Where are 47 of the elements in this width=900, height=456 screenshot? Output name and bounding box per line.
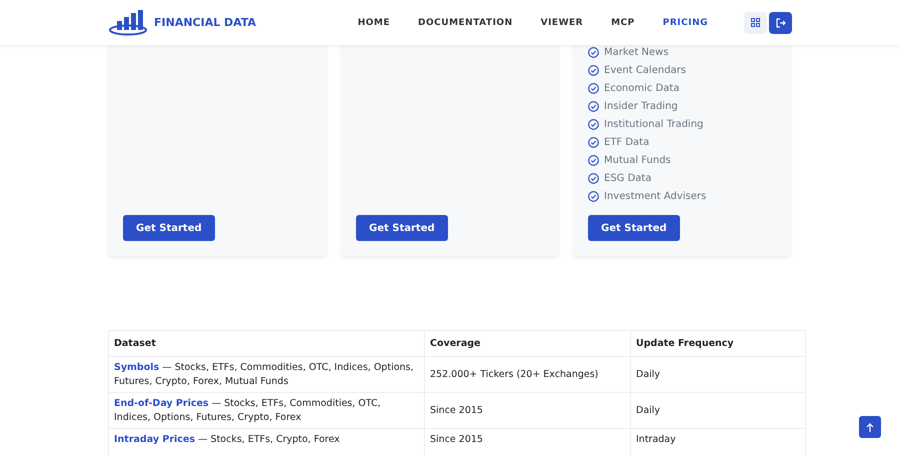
get-started-button[interactable]: Get Started <box>123 215 215 241</box>
check-circle-icon <box>588 154 599 166</box>
nav-link[interactable]: HOME <box>344 18 404 28</box>
feature-text: Event Calendars <box>604 64 686 76</box>
dataset-link[interactable]: End-of-Day Prices <box>114 398 209 408</box>
check-circle-icon <box>588 64 599 76</box>
logout-button[interactable] <box>769 12 792 34</box>
check-circle-icon <box>588 118 599 130</box>
scroll-top-button[interactable] <box>859 416 881 438</box>
table-cell: 252.000+ Tickers (20+ Exchanges) <box>424 356 630 392</box>
feature-text: Market News <box>604 46 669 58</box>
column-header: Dataset <box>108 330 424 356</box>
check-circle-icon <box>588 136 599 148</box>
column-header: Coverage <box>424 330 630 356</box>
check-circle-icon <box>588 172 599 184</box>
check-circle-icon <box>588 190 599 202</box>
dataset-link[interactable]: Symbols <box>114 362 160 372</box>
get-started-button[interactable]: Get Started <box>356 215 448 241</box>
nav-link[interactable]: DOCUMENTATION <box>404 18 527 28</box>
get-started-button[interactable]: Get Started <box>588 215 680 241</box>
table-cell: Daily <box>630 392 806 428</box>
column-header: Update Frequency <box>630 330 806 356</box>
check-circle-icon <box>588 82 599 94</box>
dataset-cell: Intraday Prices — Stocks, ETFs, Crypto, Forex <box>108 428 424 456</box>
feature-text: ESG Data <box>604 172 652 184</box>
feature-text: ETF Data <box>604 136 650 148</box>
dataset-link[interactable]: Intraday Prices <box>114 434 195 445</box>
nav-link[interactable]: PRICING <box>648 18 722 28</box>
check-circle-icon <box>588 46 599 58</box>
feature-text: Mutual Funds <box>604 154 671 166</box>
nav-link[interactable]: VIEWER <box>526 18 598 28</box>
feature-text: Institutional Trading <box>604 118 704 130</box>
check-circle-icon <box>588 100 599 112</box>
feature-text: Insider Trading <box>604 100 678 112</box>
grid-icon-button[interactable] <box>744 12 767 34</box>
logo-text: FINANCIAL DATA <box>154 16 256 29</box>
feature-text: Investment Advisers <box>604 190 706 202</box>
arrow-up-icon <box>866 422 874 432</box>
logo-icon <box>108 10 148 36</box>
logout-icon <box>776 18 786 28</box>
table-cell: Daily <box>630 356 806 392</box>
dataset-cell: Symbols — Stocks, ETFs, Commodities, OTC, Indices, Options, Futures, Crypto, Forex, Mutual Funds <box>108 356 424 392</box>
feature-text: Economic Data <box>604 82 680 94</box>
nav-link[interactable]: MCP <box>597 18 649 28</box>
table-cell: Since 2015 <box>424 392 630 428</box>
dataset-cell: End-of-Day Prices — Stocks, ETFs, Commodities, OTC, Indices, Options, Futures, Crypto, Forex <box>108 392 424 428</box>
grid-icon <box>751 18 760 27</box>
